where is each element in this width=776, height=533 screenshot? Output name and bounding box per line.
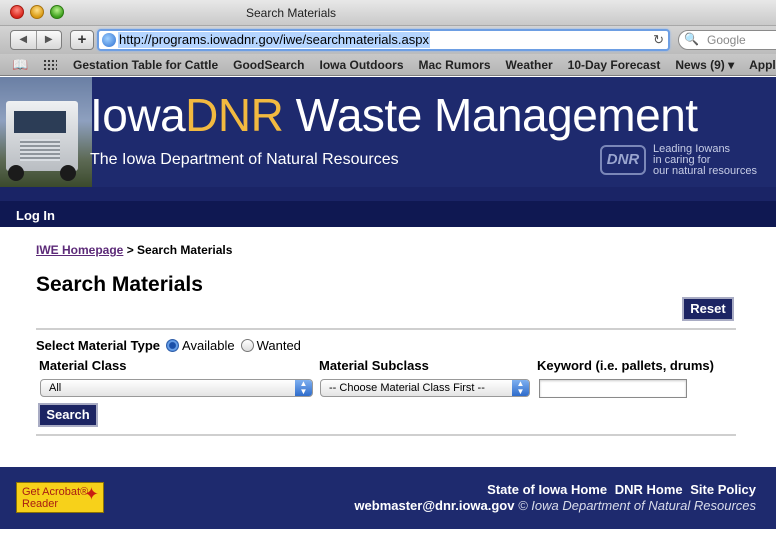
bookmark-item[interactable]: 10-Day Forecast <box>568 58 661 72</box>
banner-tagline: Leading Iowans in caring for our natural… <box>653 143 757 177</box>
select-arrows-icon: ▲ ▼ <box>512 380 529 396</box>
search-input[interactable]: 🔍 Google <box>678 30 776 50</box>
footer-links: State of Iowa Home DNR Home Site Policy <box>483 482 756 497</box>
breadcrumb-home-link[interactable]: IWE Homepage <box>36 243 123 257</box>
address-bar[interactable]: http://programs.iowadnr.gov/iwe/searchma… <box>97 29 670 51</box>
keyword-input[interactable] <box>539 379 687 398</box>
back-forward-buttons: ◀ ▶ <box>10 30 62 50</box>
material-subclass-value: -- Choose Material Class First -- <box>329 382 485 394</box>
bookmark-list: Gestation Table for Cattle GoodSearch Io… <box>73 58 776 72</box>
material-subclass-label: Material Subclass <box>319 358 429 373</box>
footer-contact: webmaster@dnr.iowa.gov © Iowa Department… <box>354 498 756 513</box>
wanted-label[interactable]: Wanted <box>257 338 301 353</box>
site-banner: IowaDNR Waste Management The Iowa Depart… <box>0 77 776 187</box>
dnr-home-link[interactable]: DNR Home <box>615 482 683 497</box>
reload-icon[interactable]: ↻ <box>653 32 664 48</box>
bookmark-item[interactable]: Mac Rumors <box>419 58 491 72</box>
truck-photo <box>0 77 92 187</box>
keyword-label: Keyword (i.e. pallets, drums) <box>537 358 714 373</box>
bookmark-item[interactable]: Gestation Table for Cattle <box>73 58 218 72</box>
banner-title: IowaDNR Waste Management <box>90 89 698 141</box>
dnr-logo-icon: DNR <box>600 145 646 175</box>
page-bottom <box>0 529 776 533</box>
state-of-iowa-link[interactable]: State of Iowa Home <box>487 482 607 497</box>
get-acrobat-badge[interactable]: Get Acrobat® Reader ✦ <box>16 482 104 513</box>
add-bookmark-button[interactable]: + <box>70 30 94 50</box>
search-icon: 🔍 <box>684 32 699 46</box>
window-title: Search Materials <box>246 6 337 20</box>
grid-icon[interactable] <box>43 59 57 71</box>
webmaster-email-link[interactable]: webmaster@dnr.iowa.gov <box>354 498 514 513</box>
bookmark-item[interactable]: Iowa Outdoors <box>320 58 404 72</box>
banner-subtitle: The Iowa Department of Natural Resources <box>90 151 399 168</box>
nav-strip: Log In <box>0 187 776 227</box>
material-type-row: Select Material Type Available Wanted <box>36 338 307 353</box>
material-class-select[interactable]: All ▲ ▼ <box>40 379 313 397</box>
window-titlebar: Search Materials <box>0 0 776 26</box>
address-url[interactable]: http://programs.iowadnr.gov/iwe/searchma… <box>118 32 430 48</box>
browser-toolbar: ◀ ▶ + http://programs.iowadnr.gov/iwe/se… <box>0 26 776 54</box>
copyright-text: © Iowa Department of Natural Resources <box>518 498 756 513</box>
login-link[interactable]: Log In <box>16 208 55 223</box>
select-arrows-icon: ▲ ▼ <box>295 380 312 396</box>
bookmarks-bar: 📖 Gestation Table for Cattle GoodSearch … <box>0 54 776 76</box>
forward-button[interactable]: ▶ <box>37 31 62 49</box>
material-subclass-select[interactable]: -- Choose Material Class First -- ▲ ▼ <box>320 379 530 397</box>
material-class-value: All <box>49 382 62 394</box>
page-title: Search Materials <box>36 273 203 296</box>
bookmark-item[interactable]: Apple <box>749 58 776 72</box>
material-type-label: Select Material Type <box>36 338 161 353</box>
site-footer: Get Acrobat® Reader ✦ State of Iowa Home… <box>0 467 776 529</box>
divider <box>36 328 736 330</box>
bookmark-item[interactable]: GoodSearch <box>233 58 304 72</box>
divider <box>36 434 736 436</box>
back-button[interactable]: ◀ <box>11 31 37 49</box>
available-radio[interactable] <box>166 339 180 352</box>
bookmark-item[interactable]: Weather <box>506 58 553 72</box>
available-label[interactable]: Available <box>182 338 235 353</box>
breadcrumb: IWE Homepage > Search Materials <box>36 243 233 257</box>
globe-icon <box>102 33 116 47</box>
search-placeholder: Google <box>707 33 746 47</box>
reset-button[interactable]: Reset <box>682 297 734 321</box>
bookmark-item[interactable]: News (9) ▾ <box>675 58 734 72</box>
material-class-label: Material Class <box>39 358 127 373</box>
search-button[interactable]: Search <box>38 403 98 427</box>
site-policy-link[interactable]: Site Policy <box>690 482 756 497</box>
breadcrumb-current: Search Materials <box>137 243 233 257</box>
book-icon[interactable]: 📖 <box>12 57 28 73</box>
wanted-radio[interactable] <box>240 339 254 352</box>
acrobat-icon: ✦ <box>83 484 99 504</box>
